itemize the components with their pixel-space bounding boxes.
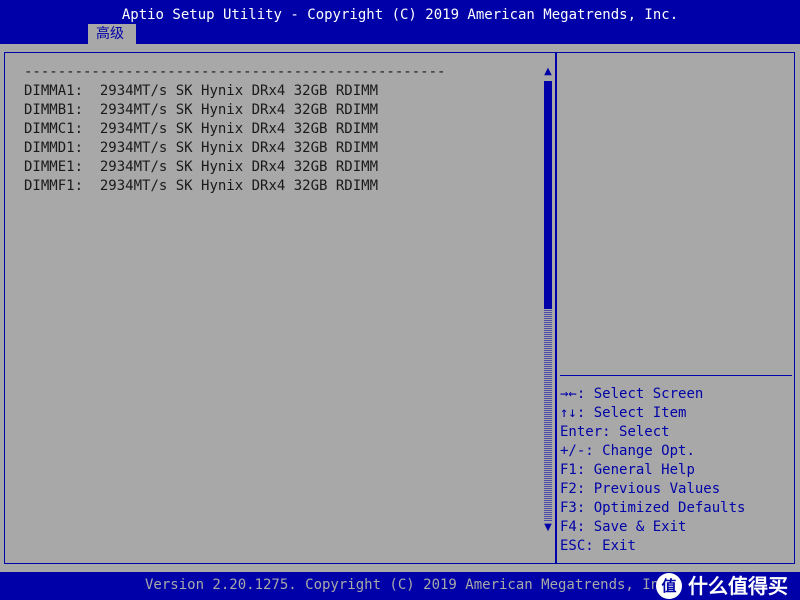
help-exit: ESC: Exit: [560, 537, 792, 556]
watermark-logo-icon: 值: [656, 573, 682, 599]
dimm-slot: DIMMB1:: [24, 102, 84, 118]
scroll-up-icon[interactable]: ▲: [542, 65, 554, 79]
help-text: Previous Values: [593, 481, 721, 497]
dimm-slot: DIMMD1:: [24, 140, 84, 156]
help-optimized-defaults: F3: Optimized Defaults: [560, 499, 792, 518]
help-text: Exit: [602, 538, 636, 554]
site-watermark: 值 什么值得买: [656, 572, 788, 600]
help-select-screen: →←: Select Screen: [560, 385, 792, 404]
help-key: F1:: [560, 462, 586, 478]
dimm-info: 2934MT/s SK Hynix DRx4 32GB RDIMM: [99, 102, 379, 118]
help-change-opt: +/-: Change Opt.: [560, 442, 792, 461]
dimm-info: 2934MT/s SK Hynix DRx4 32GB RDIMM: [99, 121, 379, 137]
dimm-slot: DIMMA1:: [24, 83, 84, 99]
help-general-help: F1: General Help: [560, 461, 792, 480]
dimm-row-f1[interactable]: DIMMF1: 2934MT/s SK Hynix DRx4 32GB RDIM…: [24, 177, 544, 196]
footer-bar: Version 2.20.1275. Copyright (C) 2019 Am…: [0, 572, 800, 600]
main-area: ----------------------------------------…: [0, 44, 800, 572]
memory-info-panel: ----------------------------------------…: [24, 63, 544, 196]
separator-line: ----------------------------------------…: [24, 64, 446, 80]
help-key: +/-:: [560, 443, 594, 459]
help-enter-select: Enter: Select: [560, 423, 792, 442]
help-key: F4:: [560, 519, 586, 535]
help-key: F2:: [560, 481, 586, 497]
key-help-panel: →←: Select Screen ↑↓: Select Item Enter:…: [560, 385, 792, 556]
dimm-slot: DIMME1:: [24, 159, 84, 175]
pane-divider: [555, 52, 557, 564]
help-key: ESC:: [560, 538, 594, 554]
dimm-info: 2934MT/s SK Hynix DRx4 32GB RDIMM: [99, 83, 379, 99]
dimm-row-d1[interactable]: DIMMD1: 2934MT/s SK Hynix DRx4 32GB RDIM…: [24, 139, 544, 158]
utility-title: Aptio Setup Utility - Copyright (C) 2019…: [121, 7, 679, 23]
scroll-thumb[interactable]: [544, 81, 552, 309]
help-text: General Help: [593, 462, 695, 478]
help-text: Select: [619, 424, 670, 440]
help-select-item: ↑↓: Select Item: [560, 404, 792, 423]
help-text: Save & Exit: [593, 519, 687, 535]
help-text: Change Opt.: [602, 443, 695, 459]
dimm-slot: DIMMF1:: [24, 178, 84, 194]
dimm-row-b1[interactable]: DIMMB1: 2934MT/s SK Hynix DRx4 32GB RDIM…: [24, 101, 544, 120]
help-text: Select Item: [593, 405, 687, 421]
dimm-info: 2934MT/s SK Hynix DRx4 32GB RDIMM: [99, 140, 379, 156]
help-key: F3:: [560, 500, 586, 516]
vertical-scrollbar[interactable]: ▲ ▼: [542, 65, 554, 535]
item-help-panel: [560, 52, 792, 374]
watermark-text: 什么值得买: [688, 573, 788, 598]
dimm-info: 2934MT/s SK Hynix DRx4 32GB RDIMM: [99, 178, 379, 194]
help-text: Select Screen: [593, 386, 704, 402]
help-key: →←:: [560, 386, 586, 402]
title-bar: Aptio Setup Utility - Copyright (C) 2019…: [0, 0, 800, 44]
scroll-down-icon[interactable]: ▼: [542, 521, 554, 535]
version-text: Version 2.20.1275. Copyright (C) 2019 Am…: [145, 577, 677, 593]
dimm-row-e1[interactable]: DIMME1: 2934MT/s SK Hynix DRx4 32GB RDIM…: [24, 158, 544, 177]
help-previous-values: F2: Previous Values: [560, 480, 792, 499]
dimm-row-c1[interactable]: DIMMC1: 2934MT/s SK Hynix DRx4 32GB RDIM…: [24, 120, 544, 139]
help-save-exit: F4: Save & Exit: [560, 518, 792, 537]
help-key: Enter:: [560, 424, 611, 440]
dimm-slot: DIMMC1:: [24, 121, 84, 137]
tab-advanced[interactable]: 高级: [88, 24, 136, 44]
help-text: Optimized Defaults: [593, 500, 746, 516]
dimm-info: 2934MT/s SK Hynix DRx4 32GB RDIMM: [99, 159, 379, 175]
dimm-row-a1[interactable]: DIMMA1: 2934MT/s SK Hynix DRx4 32GB RDIM…: [24, 82, 544, 101]
help-key: ↑↓:: [560, 405, 586, 421]
help-divider: [560, 375, 792, 376]
